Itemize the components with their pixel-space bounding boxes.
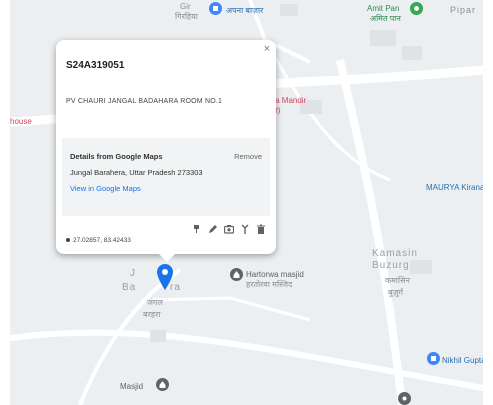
poi-label-house: house — [10, 117, 32, 126]
village-label-kamasin: Kamasin — [372, 248, 418, 259]
google-details-panel: Details from Google Maps Remove Jungal B… — [62, 138, 270, 216]
remove-button[interactable]: Remove — [234, 152, 262, 161]
location-marker-icon[interactable] — [157, 264, 173, 295]
village-label-barahara-1: Ba — [122, 282, 137, 293]
coordinates-readout: 27.02857, 83.42433 — [66, 237, 131, 244]
place-label-hindi: गिरहिया — [175, 12, 198, 21]
shop-pin-icon[interactable] — [427, 352, 440, 365]
mosque-pin-icon[interactable] — [156, 378, 169, 391]
poi-label-hartorwa-masjid-hindi: हरतोरवा मस्जिद — [246, 280, 293, 289]
camera-icon[interactable] — [224, 224, 234, 234]
location-dot-icon — [66, 238, 70, 243]
poi-label-masjid: Masjid — [120, 382, 144, 391]
google-details-header: Details from Google Maps — [70, 152, 163, 161]
village-label-buzurg: Buzurg — [372, 260, 410, 271]
google-address: Jungal Barahera, Uttar Pradesh 273303 — [70, 168, 203, 177]
shop-pin-icon[interactable] — [209, 2, 222, 15]
poi-label-amit-pan-hindi: अमित पान — [370, 14, 401, 23]
close-icon[interactable]: × — [264, 43, 270, 55]
shop-pin-icon[interactable] — [410, 2, 423, 15]
info-window: × S24A319051 PV CHAURI JANGAL BADAHARA R… — [56, 40, 276, 262]
popup-toolbar — [192, 224, 266, 234]
poi-label-amit-pan: Amit Pan — [367, 4, 400, 13]
poi-label-hindi: अपना बाज़ार — [226, 6, 264, 15]
poi-label-nikhil-gupta: Nikhil Gupta — [442, 356, 483, 365]
village-label-barahara-hindi: बरहरा — [143, 310, 161, 319]
poi-label-hartorwa-masjid: Hartorwa masjid — [246, 270, 304, 279]
place-label: Gir — [180, 2, 191, 11]
view-in-google-maps-link[interactable]: View in Google Maps — [70, 184, 141, 193]
trash-icon[interactable] — [256, 224, 266, 234]
location-title: S24A319051 — [66, 60, 125, 71]
route-icon[interactable] — [240, 224, 250, 234]
coordinates-text: 27.02857, 83.42433 — [73, 237, 131, 244]
village-label-buzurg-hindi: बुज़ुर्ग — [388, 288, 404, 297]
place-label: Pipar — [450, 5, 477, 15]
village-label-jangal-hindi: जंगल — [147, 298, 163, 307]
mosque-pin-icon[interactable] — [230, 268, 243, 281]
village-label-jangal: J — [130, 268, 136, 279]
village-label-kamasin-hindi: कमासिन — [385, 276, 410, 285]
paint-icon[interactable] — [192, 224, 202, 234]
location-address: PV CHAURI JANGAL BADAHARA ROOM NO.1 — [66, 98, 223, 105]
poi-label-maurya-kirana: MAURYA Kirana — [426, 183, 483, 192]
poi-pin-icon[interactable] — [398, 392, 411, 405]
pencil-icon[interactable] — [208, 224, 218, 234]
map-canvas[interactable]: Gir गिरहिया अपना बाज़ार Amit Pan अमित पा… — [10, 0, 483, 405]
